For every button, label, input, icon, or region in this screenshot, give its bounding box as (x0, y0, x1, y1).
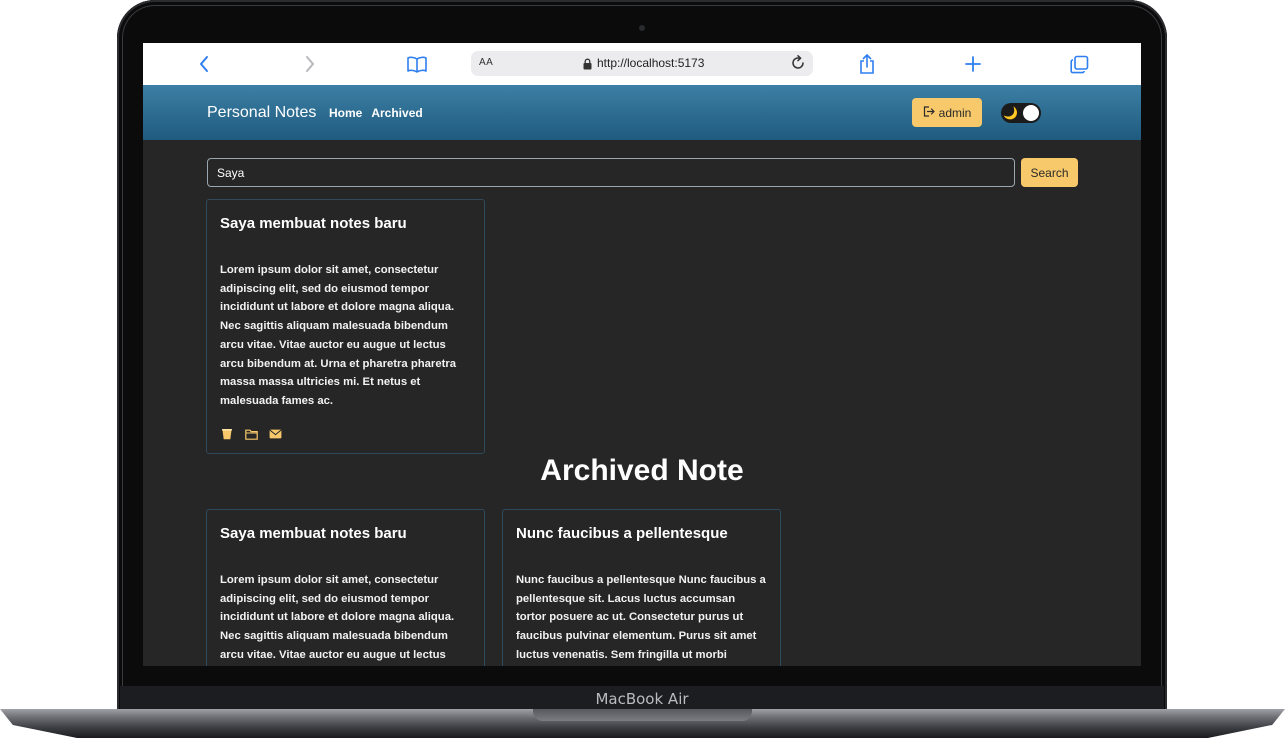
moon-icon: 🌙 (1003, 106, 1018, 120)
laptop-hinge-notch (533, 709, 752, 721)
forward-icon[interactable] (297, 52, 323, 76)
new-tab-icon[interactable] (960, 52, 986, 76)
note-body: Nunc faucibus a pellentesque Nunc faucib… (516, 574, 766, 661)
tabs-overview-icon[interactable] (1066, 52, 1092, 76)
toggle-knob (1023, 105, 1039, 121)
note-card[interactable]: Saya membuat notes baru Lorem ipsum dolo… (206, 199, 485, 454)
lock-icon (583, 57, 592, 75)
note-title[interactable]: Saya membuat notes baru (220, 214, 471, 234)
note-body: Lorem ipsum dolor sit amet, consectetur … (220, 574, 455, 661)
search-button[interactable]: Search (1021, 158, 1078, 187)
note-body: Lorem ipsum dolor sit amet, consectetur … (220, 264, 457, 407)
text-size-button[interactable]: AA (479, 57, 493, 68)
note-title[interactable]: Nunc faucibus a pellentesque (516, 524, 767, 544)
device-label: MacBook Air (595, 690, 689, 708)
archived-note-card[interactable]: Saya membuat notes baru Lorem ipsum dolo… (206, 509, 485, 666)
search-input[interactable] (207, 158, 1015, 187)
folder-icon[interactable] (244, 427, 258, 441)
app-header: Personal Notes Home Archived admin 🌙 (143, 85, 1141, 140)
nav-archived-link[interactable]: Archived (371, 106, 422, 120)
back-icon[interactable] (191, 52, 217, 76)
archived-section-title: Archived Note (540, 454, 744, 487)
share-icon[interactable] (854, 52, 880, 76)
logout-label: admin (938, 105, 972, 120)
logout-button[interactable]: admin (912, 98, 982, 127)
brand-title[interactable]: Personal Notes (207, 104, 316, 122)
url-text: http://localhost:5173 (597, 56, 705, 70)
note-title[interactable]: Saya membuat notes baru (220, 524, 471, 544)
screen: AA http://localhost:5173 Personal Notes … (143, 43, 1141, 666)
nav-home-link[interactable]: Home (329, 106, 362, 120)
archived-note-card[interactable]: Nunc faucibus a pellentesque Nunc faucib… (502, 509, 781, 666)
main-nav: Home Archived (329, 106, 423, 120)
note-actions (220, 427, 282, 441)
delete-icon[interactable] (220, 427, 234, 441)
camera (639, 25, 645, 31)
bookmarks-icon[interactable] (404, 52, 430, 76)
theme-toggle[interactable]: 🌙 (1001, 103, 1041, 123)
browser-toolbar: AA http://localhost:5173 (143, 43, 1141, 85)
logout-icon (923, 105, 935, 120)
reload-icon[interactable] (790, 55, 806, 76)
address-bar[interactable]: AA http://localhost:5173 (471, 51, 813, 76)
mail-icon[interactable] (268, 427, 282, 441)
